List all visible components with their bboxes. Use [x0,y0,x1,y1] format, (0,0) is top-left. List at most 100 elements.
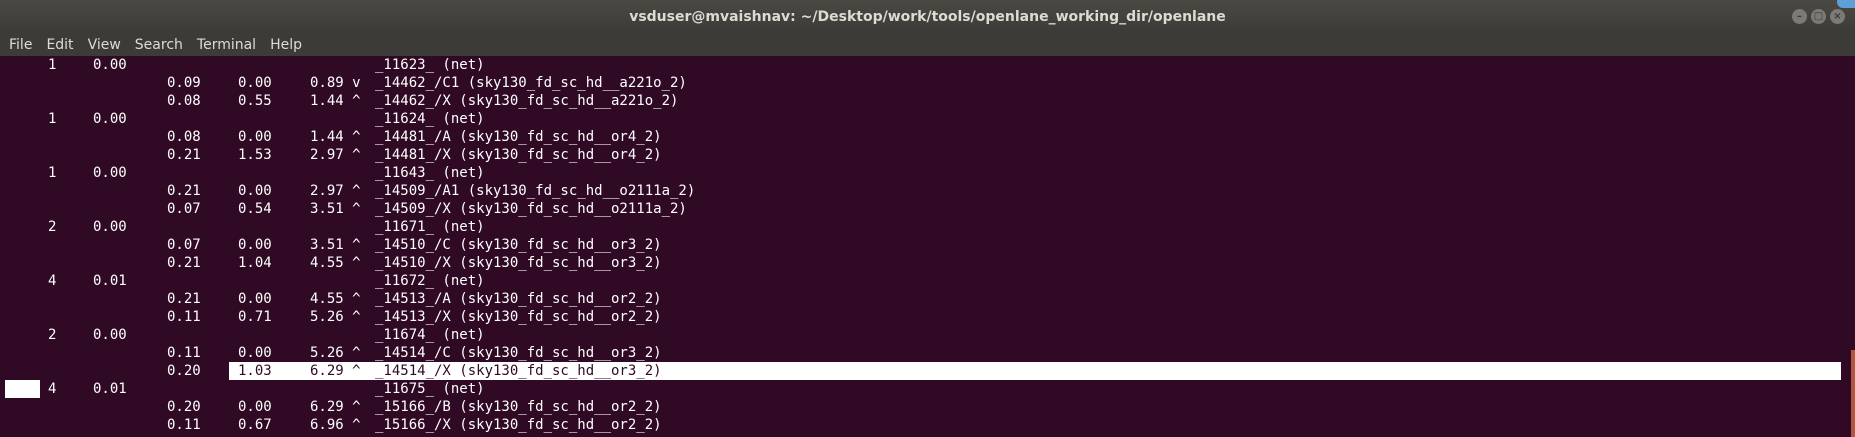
cap-value: 0.00 [93,111,127,127]
delay-value: 0.55 [238,93,272,109]
window-controls: – □ × [1792,9,1845,24]
delay-value: 0.54 [238,201,272,217]
terminal-line: 0.11 0.00 5.26 ^ _14514_/C (sky130_fd_sc_hd… [0,344,1855,362]
time-value: 5.26 ^ [310,309,361,325]
menu-search[interactable]: Search [128,37,190,53]
terminal-line: 4 0.01 _11675_ (net) [0,380,1855,398]
slew-value: 0.20 [167,363,201,379]
description-value: _14509_/A1 (sky130_fd_sc_hd__o2111a_2) [375,183,696,199]
terminal-line: 0.08 0.00 1.44 ^ _14481_/A (sky130_fd_sc_hd… [0,128,1855,146]
delay-value: 0.00 [238,129,272,145]
time-value: 1.44 ^ [310,129,361,145]
menu-bar: File Edit View Search Terminal Help [0,33,1855,56]
terminal-line: 0.07 0.00 3.51 ^ _14510_/C (sky130_fd_sc_hd… [0,236,1855,254]
description-value: _11675_ (net) [375,381,485,397]
description-value: _14481_/X (sky130_fd_sc_hd__or4_2) [375,147,662,163]
menu-help[interactable]: Help [263,37,309,53]
close-icon[interactable]: × [1830,9,1845,24]
cap-value: 0.00 [93,165,127,181]
delay-value: 0.00 [238,291,272,307]
delay-value: 0.67 [238,417,272,433]
description-value: _14513_/A (sky130_fd_sc_hd__or2_2) [375,291,662,307]
slew-value: 0.08 [167,93,201,109]
description-value: _11643_ (net) [375,165,485,181]
time-value: 4.55 ^ [310,255,361,271]
description-value: _14514_/X (sky130_fd_sc_hd__or3_2) [375,363,662,379]
window-title: vsduser@mvaishnav: ~/Desktop/work/tools/… [629,8,1226,25]
time-value: 3.51 ^ [310,237,361,253]
fanout-value: 1 [48,165,57,181]
description-value: _14513_/X (sky130_fd_sc_hd__or2_2) [375,309,662,325]
time-value: 4.55 ^ [310,291,361,307]
menu-view[interactable]: View [81,37,128,53]
description-value: _11674_ (net) [375,327,485,343]
delay-value: 0.71 [238,309,272,325]
description-value: _11672_ (net) [375,273,485,289]
description-value: _14509_/X (sky130_fd_sc_hd__o2111a_2) [375,201,687,217]
time-value: 1.44 ^ [310,93,361,109]
description-value: _14481_/A (sky130_fd_sc_hd__or4_2) [375,129,662,145]
delay-value: 0.00 [238,345,272,361]
slew-value: 0.07 [167,201,201,217]
delay-value: 1.53 [238,147,272,163]
time-value: 2.97 ^ [310,147,361,163]
menu-file[interactable]: File [0,37,39,53]
description-value: _14462_/X (sky130_fd_sc_hd__a221o_2) [375,93,679,109]
slew-value: 0.21 [167,255,201,271]
terminal-line: 0.20 1.03 6.29 ^ _14514_/X (sky130_fd_sc_hd… [0,362,1855,380]
terminal-line: 0.20 0.00 6.29 ^ _15166_/B (sky130_fd_sc_hd… [0,398,1855,416]
cap-value: 0.01 [93,273,127,289]
time-value: 5.26 ^ [310,345,361,361]
cap-value: 0.01 [93,381,127,397]
time-value: 6.96 ^ [310,417,361,433]
terminal-line: 0.21 1.04 4.55 ^ _14510_/X (sky130_fd_sc_hd… [0,254,1855,272]
delay-value: 1.03 [238,363,272,379]
cap-value: 0.00 [93,219,127,235]
terminal-line: 0.08 0.55 1.44 ^ _14462_/X (sky130_fd_sc_hd… [0,92,1855,110]
description-value: _11624_ (net) [375,111,485,127]
fanout-value: 2 [48,219,57,235]
fanout-value: 1 [48,57,57,73]
description-value: _14514_/C (sky130_fd_sc_hd__or3_2) [375,345,662,361]
slew-value: 0.11 [167,309,201,325]
terminal-output[interactable]: 1 0.00 _11623_ (net) 0.09 0.00 0.89 v _14462_/… [0,56,1855,437]
menu-edit[interactable]: Edit [39,37,80,53]
cap-value: 0.00 [93,327,127,343]
time-value: 0.89 v [310,75,361,91]
terminal-line: 4 0.01 _11672_ (net) [0,272,1855,290]
description-value: _14510_/C (sky130_fd_sc_hd__or3_2) [375,237,662,253]
slew-value: 0.07 [167,237,201,253]
description-value: _14510_/X (sky130_fd_sc_hd__or3_2) [375,255,662,271]
terminal-line: 1 0.00 _11643_ (net) [0,164,1855,182]
window-titlebar: vsduser@mvaishnav: ~/Desktop/work/tools/… [0,0,1855,33]
slew-value: 0.20 [167,399,201,415]
terminal-line: 0.11 0.67 6.96 ^ _15166_/X (sky130_fd_sc_hd… [0,416,1855,434]
menu-terminal[interactable]: Terminal [190,37,263,53]
terminal-line: 0.11 0.71 5.26 ^ _14513_/X (sky130_fd_sc_hd… [0,308,1855,326]
text-cursor [5,380,40,398]
terminal-line: 2 0.00 _11671_ (net) [0,218,1855,236]
terminal-line: 2 0.00 _11674_ (net) [0,326,1855,344]
delay-value: 0.00 [238,399,272,415]
terminal-line: 0.21 0.00 2.97 ^ _14509_/A1 (sky130_fd_sc_h… [0,182,1855,200]
slew-value: 0.21 [167,291,201,307]
slew-value: 0.21 [167,147,201,163]
delay-value: 0.00 [238,75,272,91]
time-value: 6.29 ^ [310,363,361,379]
terminal-line: 0.09 0.00 0.89 v _14462_/C1 (sky130_fd_sc_h… [0,74,1855,92]
time-value: 6.29 ^ [310,399,361,415]
terminal-line: 1 0.00 _11623_ (net) [0,56,1855,74]
terminal-line: 0.21 1.53 2.97 ^ _14481_/X (sky130_fd_sc_hd… [0,146,1855,164]
scrollbar-thumb[interactable] [1851,350,1855,437]
cap-value: 0.00 [93,57,127,73]
description-value: _15166_/B (sky130_fd_sc_hd__or2_2) [375,399,662,415]
fanout-value: 1 [48,111,57,127]
description-value: _11623_ (net) [375,57,485,73]
description-value: _14462_/C1 (sky130_fd_sc_hd__a221o_2) [375,75,687,91]
delay-value: 0.00 [238,237,272,253]
minimize-icon[interactable]: – [1792,9,1807,24]
slew-value: 0.21 [167,183,201,199]
maximize-icon[interactable]: □ [1811,9,1826,24]
fanout-value: 2 [48,327,57,343]
time-value: 3.51 ^ [310,201,361,217]
